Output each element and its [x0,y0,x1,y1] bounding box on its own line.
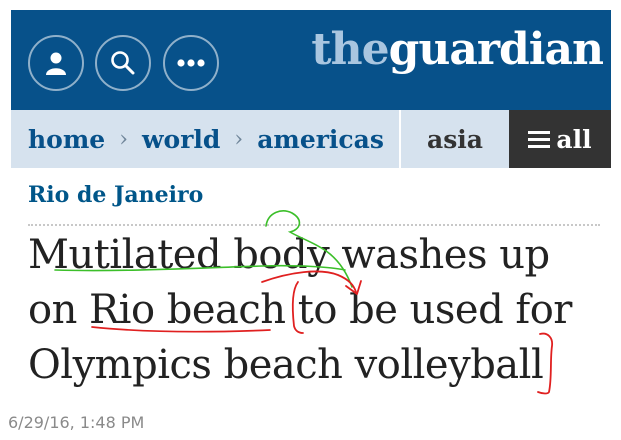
screenshot-frame: theguardian home › world › americas asia… [11,10,611,402]
screenshot-timestamp: 6/29/16, 1:48 PM [8,413,145,432]
section-label[interactable]: Rio de Janeiro [28,182,203,208]
nav-link-asia[interactable]: asia [401,110,509,168]
nav-link-americas[interactable]: americas [257,125,384,154]
all-sections-button[interactable]: all [509,110,611,168]
logo-prefix: the [311,24,389,75]
search-icon [111,51,135,75]
breadcrumb: home › world › americas [28,110,384,168]
dotted-divider [28,224,600,226]
profile-button[interactable] [28,35,84,91]
masthead: theguardian [11,10,611,110]
guardian-logo[interactable]: theguardian [311,24,604,75]
nav-link-world[interactable]: world [142,125,220,154]
nav-link-home[interactable]: home [28,125,105,154]
breadcrumb-separator: › [234,126,244,152]
profile-icon [46,52,66,75]
logo-suffix: guardian [388,24,604,75]
breadcrumb-separator: › [119,126,129,152]
article-headline: Mutilated body washes up on Rio beach to… [28,232,572,388]
more-button[interactable] [163,35,219,91]
search-button[interactable] [95,35,151,91]
more-icon [177,59,205,67]
menu-icon [528,127,551,152]
all-sections-label: all [556,124,592,154]
section-nav: home › world › americas asia all [11,110,611,168]
